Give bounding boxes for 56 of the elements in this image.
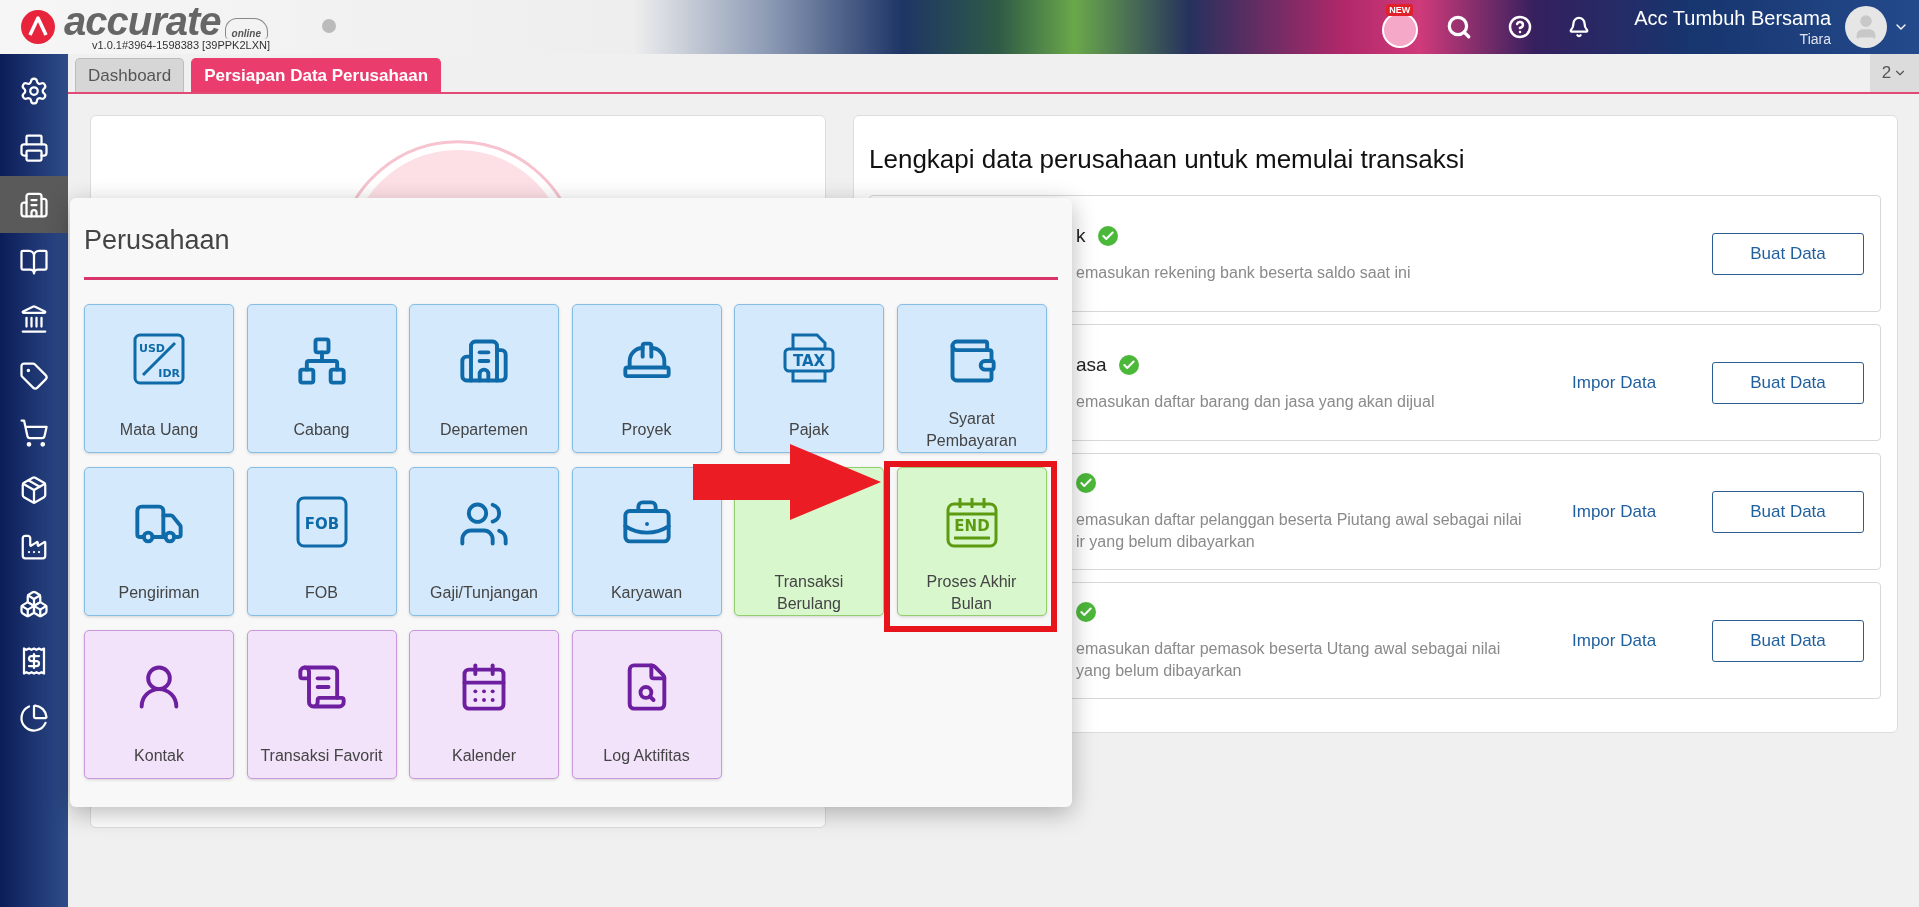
- row-description: emasukan daftar pemasok beserta Utang awal sebagai nilai yang belum dibayarkan: [1076, 638, 1502, 681]
- cart-icon: [19, 417, 49, 448]
- sidebar-item[interactable]: [0, 176, 68, 233]
- menu-tile[interactable]: Kontak: [84, 630, 234, 779]
- tab-counter[interactable]: 2: [1870, 54, 1919, 92]
- row-title: k: [1076, 224, 1086, 247]
- menu-tile[interactable]: Gaji/Tunjangan: [409, 467, 559, 616]
- menu-tile[interactable]: END Proses Akhir Bulan: [896, 467, 1047, 616]
- menu-tile[interactable]: USD IDR Mata Uang: [84, 304, 234, 453]
- help-icon[interactable]: [1508, 15, 1533, 39]
- network-icon: [295, 335, 348, 387]
- status-dot: [322, 18, 336, 33]
- new-badge: NEW: [1386, 4, 1414, 16]
- row-description: emasukan daftar pelanggan beserta Piutang awal sebagai nilai ir yang belum dibayarkan: [1076, 509, 1523, 552]
- import-link[interactable]: Impor Data: [1572, 501, 1657, 521]
- bell-icon[interactable]: [1568, 16, 1591, 38]
- tab[interactable]: Dashboard: [75, 58, 185, 92]
- currency-icon: USD IDR: [131, 331, 187, 387]
- menu-tile[interactable]: Cabang: [246, 304, 397, 453]
- row-title: asa: [1076, 353, 1107, 376]
- menu-tile[interactable]: Kalender: [409, 630, 559, 779]
- package-icon: [19, 474, 49, 505]
- version-text: v1.0.1#3964-1598383 [39PPK2LXN]: [92, 38, 271, 52]
- create-button[interactable]: Buat Data: [1712, 490, 1864, 533]
- card-title: Lengkapi data perusahaan untuk memulai transaksi: [869, 144, 1466, 175]
- search-icon[interactable]: [1446, 14, 1473, 40]
- import-link[interactable]: Impor Data: [1572, 630, 1657, 650]
- tab[interactable]: Persiapan Data Perusahaan: [191, 58, 442, 92]
- menu-tile[interactable]: Karyawan: [571, 467, 722, 616]
- company-name: Acc Tumbuh Bersama: [1634, 6, 1831, 30]
- logo-text: accurate: [64, 2, 221, 39]
- counter-text: 2: [1881, 63, 1892, 83]
- menu-tile[interactable]: Log Aktifitas: [571, 630, 722, 779]
- user-name: Tiara: [1799, 30, 1831, 48]
- create-button[interactable]: Buat Data: [1712, 619, 1864, 662]
- gear-icon: [19, 75, 49, 106]
- row-description: emasukan rekening bank beserta saldo saat ini: [1076, 262, 1412, 283]
- cloud-badge: online: [224, 17, 268, 39]
- boxes-icon: [19, 588, 49, 619]
- menu-tile[interactable]: Transaksi Favorit: [246, 630, 397, 779]
- menu-tile[interactable]: Pengiriman: [84, 467, 234, 616]
- menu-tile[interactable]: FOB FOB: [246, 467, 397, 616]
- menu-tile[interactable]: Syarat Pembayaran: [896, 304, 1047, 453]
- menu-tile[interactable]: Departemen: [409, 304, 559, 453]
- user-avatar[interactable]: [1845, 6, 1887, 48]
- bank-icon: [19, 303, 49, 334]
- create-button[interactable]: Buat Data: [1712, 361, 1864, 404]
- menu-tile[interactable]: TAX Pajak: [734, 304, 884, 453]
- price-tag-icon: [19, 360, 49, 391]
- create-button[interactable]: Buat Data: [1712, 232, 1864, 275]
- row-description: emasukan daftar barang dan jasa yang akan dijual: [1076, 391, 1436, 412]
- import-link[interactable]: Impor Data: [1572, 372, 1657, 392]
- pie-chart-icon: [19, 702, 49, 733]
- menu-tile[interactable]: Proyek: [571, 304, 722, 453]
- popup-title: Perusahaan: [84, 224, 231, 256]
- logo-icon: [20, 9, 56, 45]
